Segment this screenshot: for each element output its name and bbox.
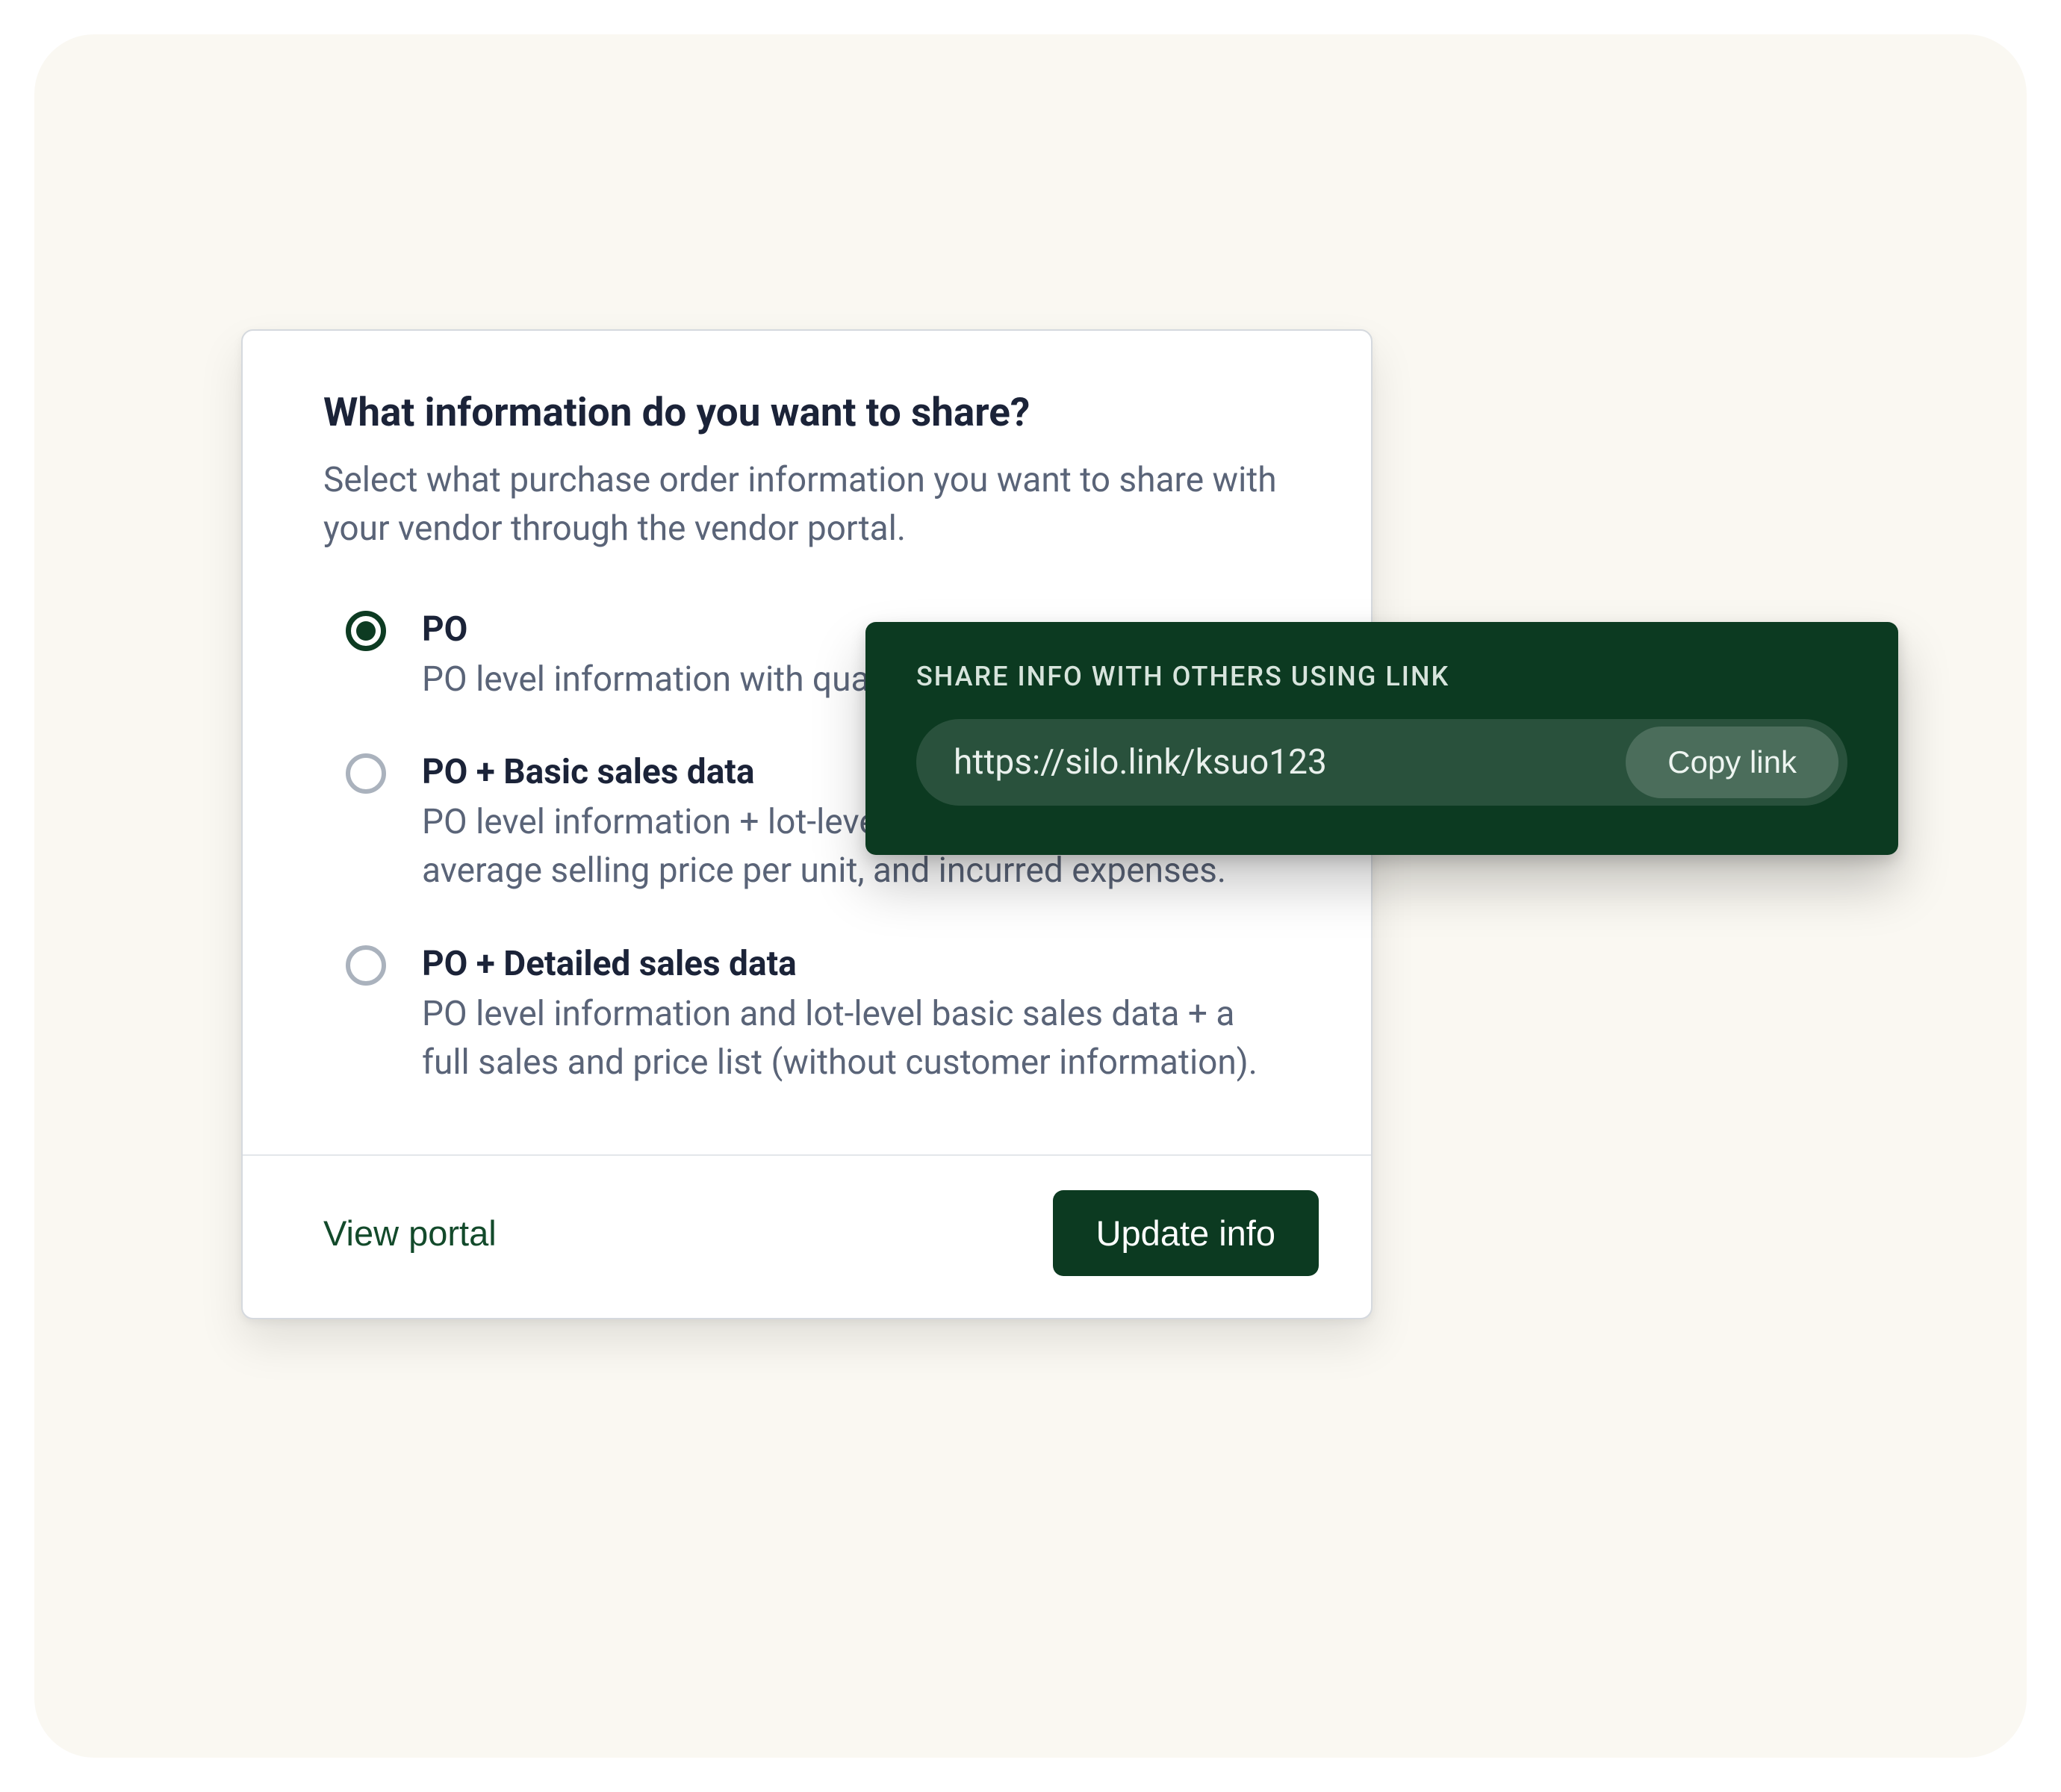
share-link-url[interactable]: https://silo.link/ksuo123 <box>954 742 1626 783</box>
option-label: PO + Detailed sales data <box>422 941 1290 987</box>
popover-heading: SHARE INFO WITH OTHERS USING LINK <box>916 661 1847 692</box>
option-text: PO + Detailed sales data PO level inform… <box>422 941 1290 1088</box>
copy-link-button[interactable]: Copy link <box>1626 727 1838 798</box>
view-portal-button[interactable]: View portal <box>323 1213 497 1254</box>
card-subtitle: Select what purchase order information y… <box>323 456 1290 554</box>
share-link-row: https://silo.link/ksuo123 Copy link <box>916 719 1847 806</box>
share-link-popover: SHARE INFO WITH OTHERS USING LINK https:… <box>865 622 1898 855</box>
card-title: What information do you want to share? <box>323 389 1290 435</box>
option-description: PO level information and lot-level basic… <box>422 990 1290 1088</box>
card-footer: View portal Update info <box>243 1154 1371 1318</box>
canvas: What information do you want to share? S… <box>34 34 2027 1758</box>
radio-icon[interactable] <box>346 611 386 651</box>
option-po-detailed-sales[interactable]: PO + Detailed sales data PO level inform… <box>346 941 1290 1088</box>
radio-icon[interactable] <box>346 945 386 986</box>
stage: What information do you want to share? S… <box>0 0 2061 1792</box>
update-info-button[interactable]: Update info <box>1053 1190 1319 1276</box>
radio-icon[interactable] <box>346 753 386 794</box>
